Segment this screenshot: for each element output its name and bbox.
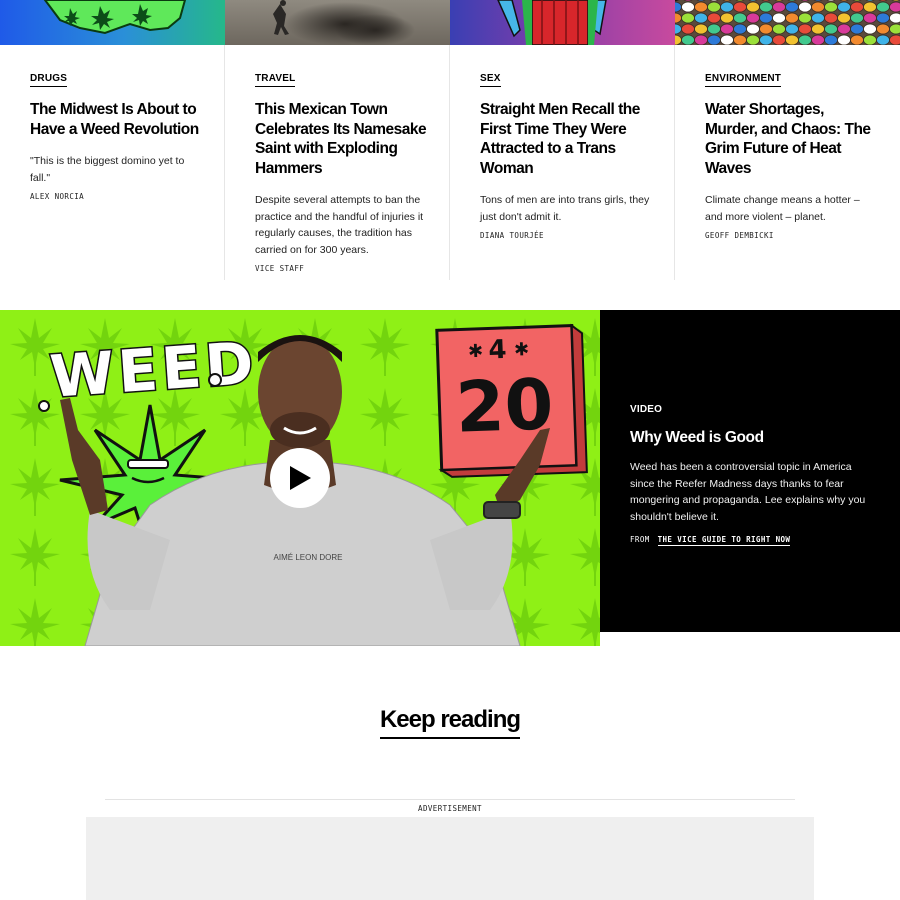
article-dek: Climate change means a hotter – and more…: [705, 194, 860, 223]
article-card-travel[interactable]: TRAVEL This Mexican Town Celebrates Its …: [225, 0, 450, 280]
video-player[interactable]: WEED 4 ✱ ✱ 20 AIMÉ LEON DORE: [0, 310, 600, 646]
article-headline[interactable]: This Mexican Town Celebrates Its Namesak…: [255, 100, 430, 178]
advertisement-label: ADVERTISEMENT: [418, 804, 482, 813]
ad-divider: [105, 799, 795, 800]
category-label[interactable]: ENVIRONMENT: [705, 73, 782, 87]
article-thumbnail[interactable]: [450, 0, 675, 45]
video-description: Weed has been a controversial topic in A…: [630, 461, 866, 523]
video-source-prefix: FROM: [630, 535, 650, 544]
play-button[interactable]: [270, 448, 330, 508]
article-byline[interactable]: GEOFF DEMBICKI: [705, 231, 880, 240]
article-card-sex[interactable]: SEX Straight Men Recall the First Time T…: [450, 0, 675, 280]
svg-text:✱: ✱: [468, 341, 484, 362]
article-grid: DRUGS The Midwest Is About to Have a Wee…: [0, 0, 900, 280]
article-thumbnail[interactable]: [675, 0, 900, 45]
video-source: FROM THE VICE GUIDE TO RIGHT NOW: [630, 535, 870, 546]
video-feature: WEED 4 ✱ ✱ 20 AIMÉ LEON DORE VIDEO Why W…: [0, 310, 900, 646]
article-byline[interactable]: VICE STAFF: [255, 264, 430, 273]
svg-text:✱: ✱: [514, 339, 530, 360]
article-headline[interactable]: Straight Men Recall the First Time They …: [480, 100, 655, 178]
thumb-small: 4: [488, 335, 507, 366]
article-card-drugs[interactable]: DRUGS The Midwest Is About to Have a Wee…: [0, 0, 225, 280]
category-label[interactable]: TRAVEL: [255, 73, 296, 87]
play-icon: [290, 466, 311, 490]
article-dek: Tons of men are into trans girls, they j…: [480, 194, 650, 223]
advertisement-slot[interactable]: [86, 817, 814, 900]
shirt-text: AIMÉ LEON DORE: [274, 553, 343, 562]
category-label[interactable]: DRUGS: [30, 73, 68, 87]
video-title[interactable]: Why Weed is Good: [630, 429, 870, 447]
video-label: VIDEO: [630, 404, 663, 415]
article-dek: "This is the biggest domino yet to fall.…: [30, 155, 185, 184]
video-source-link[interactable]: THE VICE GUIDE TO RIGHT NOW: [657, 535, 791, 546]
article-byline[interactable]: ALEX NORCIA: [30, 192, 205, 201]
article-thumbnail[interactable]: [225, 0, 450, 45]
article-headline[interactable]: Water Shortages, Murder, and Chaos: The …: [705, 100, 880, 178]
category-label[interactable]: SEX: [480, 73, 501, 87]
article-headline[interactable]: The Midwest Is About to Have a Weed Revo…: [30, 100, 205, 139]
article-byline[interactable]: DIANA TOURJÉE: [480, 231, 655, 240]
article-dek: Despite several attempts to ban the prac…: [255, 194, 424, 256]
keep-reading-section: Keep reading: [0, 706, 900, 739]
article-thumbnail[interactable]: [0, 0, 225, 45]
video-info-panel: VIDEO Why Weed is Good Weed has been a c…: [600, 310, 900, 632]
article-card-environment[interactable]: ENVIRONMENT Water Shortages, Murder, and…: [675, 0, 900, 280]
keep-reading-heading: Keep reading: [379, 706, 521, 739]
thumb-word: WEED: [48, 329, 260, 411]
